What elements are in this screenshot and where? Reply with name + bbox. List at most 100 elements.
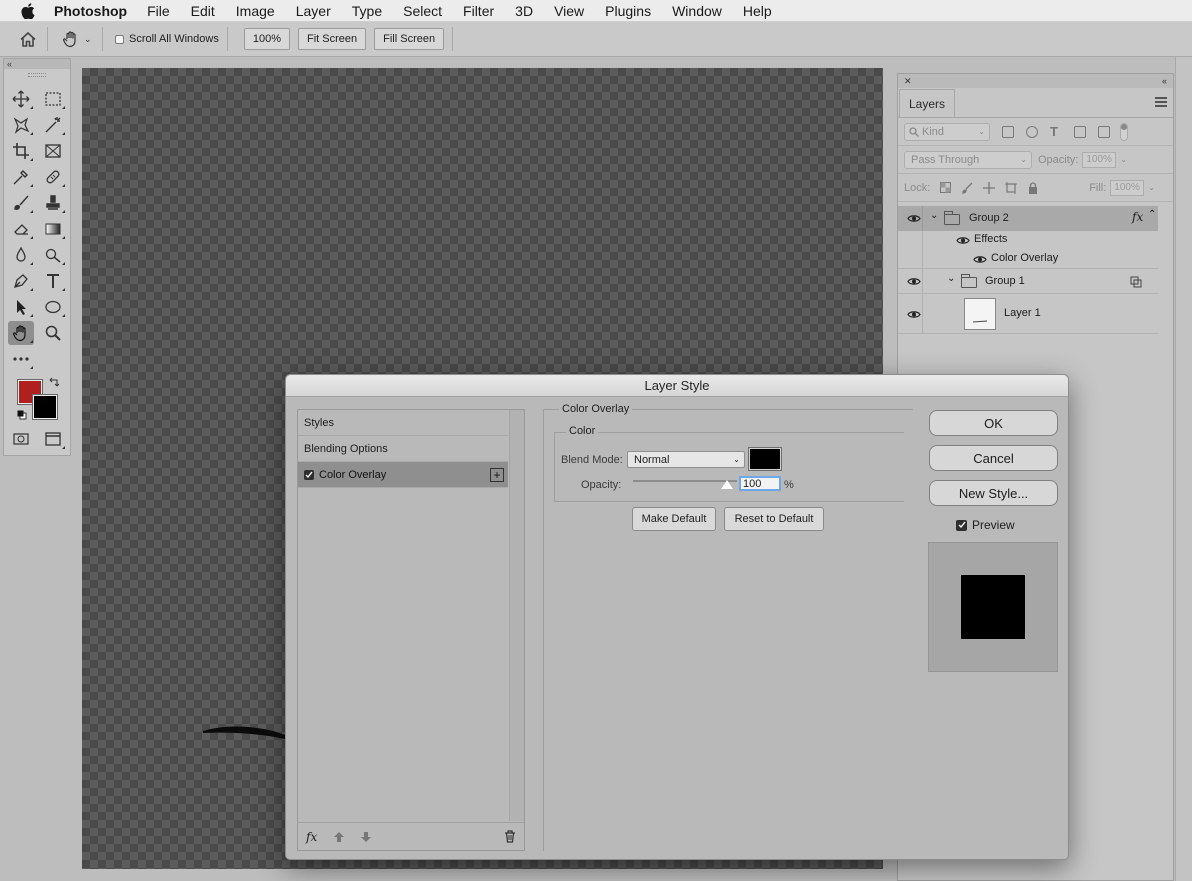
lasso-tool-icon[interactable] xyxy=(8,113,34,137)
filter-pixel-icon[interactable] xyxy=(1002,125,1014,138)
blend-mode-select[interactable]: Pass Through ⌄ xyxy=(904,150,1032,169)
menu-image[interactable]: Image xyxy=(236,3,275,19)
trash-icon[interactable] xyxy=(504,830,516,843)
chevron-down-icon[interactable]: ⌄ xyxy=(930,210,938,221)
eye-icon[interactable] xyxy=(907,214,921,223)
overlay-color-swatch[interactable] xyxy=(748,447,782,471)
panel-menu-icon[interactable] xyxy=(1155,97,1167,107)
preview-checkbox[interactable]: Preview xyxy=(956,518,1015,532)
lock-position-icon[interactable] xyxy=(982,181,996,195)
quick-mask-icon[interactable] xyxy=(8,427,34,451)
menu-edit[interactable]: Edit xyxy=(191,3,215,19)
chevron-down-icon[interactable]: ⌄ xyxy=(1148,183,1155,192)
dodge-tool-icon[interactable] xyxy=(40,243,66,267)
ok-button[interactable]: OK xyxy=(929,410,1058,436)
menu-filter[interactable]: Filter xyxy=(463,3,494,19)
eraser-tool-icon[interactable] xyxy=(8,217,34,241)
layer-row-group-2[interactable]: ⌄ Group 2 fx ⌃ xyxy=(898,206,1158,231)
eye-icon[interactable] xyxy=(973,255,987,264)
eyedropper-tool-icon[interactable] xyxy=(8,165,34,189)
marquee-tool-icon[interactable] xyxy=(40,87,66,111)
opacity-slider-thumb[interactable] xyxy=(721,480,733,489)
more-tools-icon[interactable] xyxy=(8,347,34,371)
menu-select[interactable]: Select xyxy=(403,3,442,19)
menu-layer[interactable]: Layer xyxy=(296,3,331,19)
blending-options-item[interactable]: Blending Options xyxy=(298,436,508,462)
toolbox-grip[interactable] xyxy=(4,69,70,81)
lock-transparent-icon[interactable] xyxy=(938,181,952,195)
zoom-100-button[interactable]: 100% xyxy=(243,28,290,50)
close-panel-icon[interactable]: ✕ xyxy=(904,76,912,87)
layer-name[interactable]: Group 1 xyxy=(985,275,1025,287)
type-tool-icon[interactable] xyxy=(40,269,66,293)
styles-scrollbar[interactable] xyxy=(509,410,524,821)
chevron-down-icon[interactable]: ⌄ xyxy=(84,34,94,45)
collapse-panel-icon[interactable]: « xyxy=(1162,76,1167,86)
fx-icon[interactable]: fx xyxy=(306,830,317,844)
brush-tool-icon[interactable] xyxy=(8,191,34,215)
filter-type-icon[interactable]: T xyxy=(1050,125,1062,138)
clone-stamp-tool-icon[interactable] xyxy=(40,191,66,215)
lock-all-icon[interactable] xyxy=(1026,181,1040,195)
checkbox-icon[interactable] xyxy=(956,519,967,531)
hand-tool-preset-icon[interactable] xyxy=(60,28,82,50)
checkbox-icon[interactable] xyxy=(115,34,124,44)
hand-tool-icon[interactable] xyxy=(8,321,34,345)
menu-file[interactable]: File xyxy=(147,3,170,19)
fill-screen-button[interactable]: Fill Screen xyxy=(374,28,445,50)
fit-screen-button[interactable]: Fit Screen xyxy=(298,28,367,50)
menu-window[interactable]: Window xyxy=(672,3,722,19)
home-icon[interactable] xyxy=(17,28,39,50)
ellipse-tool-icon[interactable] xyxy=(40,295,66,319)
pen-tool-icon[interactable] xyxy=(8,269,34,293)
move-tool-icon[interactable] xyxy=(8,87,34,111)
menu-plugins[interactable]: Plugins xyxy=(605,3,651,19)
menu-app-name[interactable]: Photoshop xyxy=(54,3,127,19)
reset-to-default-button[interactable]: Reset to Default xyxy=(724,507,824,531)
menu-type[interactable]: Type xyxy=(352,3,382,19)
gradient-tool-icon[interactable] xyxy=(40,217,66,241)
layer-row-group-1[interactable]: ⌄ Group 1 xyxy=(898,268,1158,295)
eye-icon[interactable] xyxy=(956,236,970,245)
filter-shape-icon[interactable] xyxy=(1074,125,1086,138)
filter-toggle-icon[interactable] xyxy=(1120,122,1128,141)
chevron-up-icon[interactable]: ⌃ xyxy=(1148,209,1156,220)
add-effect-plus-icon[interactable]: + xyxy=(490,467,504,482)
default-colors-icon[interactable] xyxy=(17,409,27,420)
layer-name[interactable]: Group 2 xyxy=(969,212,1009,224)
magic-wand-tool-icon[interactable] xyxy=(40,113,66,137)
menu-3d[interactable]: 3D xyxy=(515,3,533,19)
move-down-icon[interactable] xyxy=(360,831,372,843)
opacity-input[interactable]: 100 xyxy=(739,476,781,491)
apple-icon[interactable] xyxy=(18,0,38,22)
screen-mode-icon[interactable] xyxy=(40,427,66,451)
layer-name[interactable]: Layer 1 xyxy=(1004,307,1041,319)
cancel-button[interactable]: Cancel xyxy=(929,445,1058,471)
background-color-swatch[interactable] xyxy=(32,394,58,420)
color-overlay-label[interactable]: Color Overlay xyxy=(991,252,1058,264)
healing-brush-tool-icon[interactable] xyxy=(40,165,66,189)
chevron-down-icon[interactable]: ⌄ xyxy=(1120,155,1127,164)
eye-icon[interactable] xyxy=(907,277,921,286)
filter-kind-select[interactable]: Kind ⌄ xyxy=(904,122,990,141)
zoom-tool-icon[interactable] xyxy=(40,321,66,345)
blur-tool-icon[interactable] xyxy=(8,243,34,267)
frame-tool-icon[interactable] xyxy=(40,139,66,163)
layer-color-overlay-row[interactable]: Color Overlay xyxy=(898,249,1158,268)
layer-row-layer-1[interactable]: Layer 1 xyxy=(898,294,1158,334)
effects-label[interactable]: Effects xyxy=(974,233,1007,245)
color-overlay-item[interactable]: Color Overlay + xyxy=(298,462,508,488)
crop-tool-icon[interactable] xyxy=(8,139,34,163)
path-selection-tool-icon[interactable] xyxy=(8,295,34,319)
chevron-down-icon[interactable]: ⌄ xyxy=(947,273,955,284)
menu-help[interactable]: Help xyxy=(743,3,772,19)
new-style-button[interactable]: New Style... xyxy=(929,480,1058,506)
make-default-button[interactable]: Make Default xyxy=(632,507,716,531)
layer-effects-row[interactable]: Effects xyxy=(898,231,1158,268)
eye-icon[interactable] xyxy=(907,310,921,319)
opacity-field[interactable]: 100% xyxy=(1082,151,1117,168)
color-overlay-checkbox[interactable] xyxy=(304,469,314,480)
styles-item[interactable]: Styles xyxy=(298,410,508,436)
blend-mode-select[interactable]: Normal ⌄ xyxy=(627,451,745,468)
fill-field[interactable]: 100% xyxy=(1110,179,1145,196)
